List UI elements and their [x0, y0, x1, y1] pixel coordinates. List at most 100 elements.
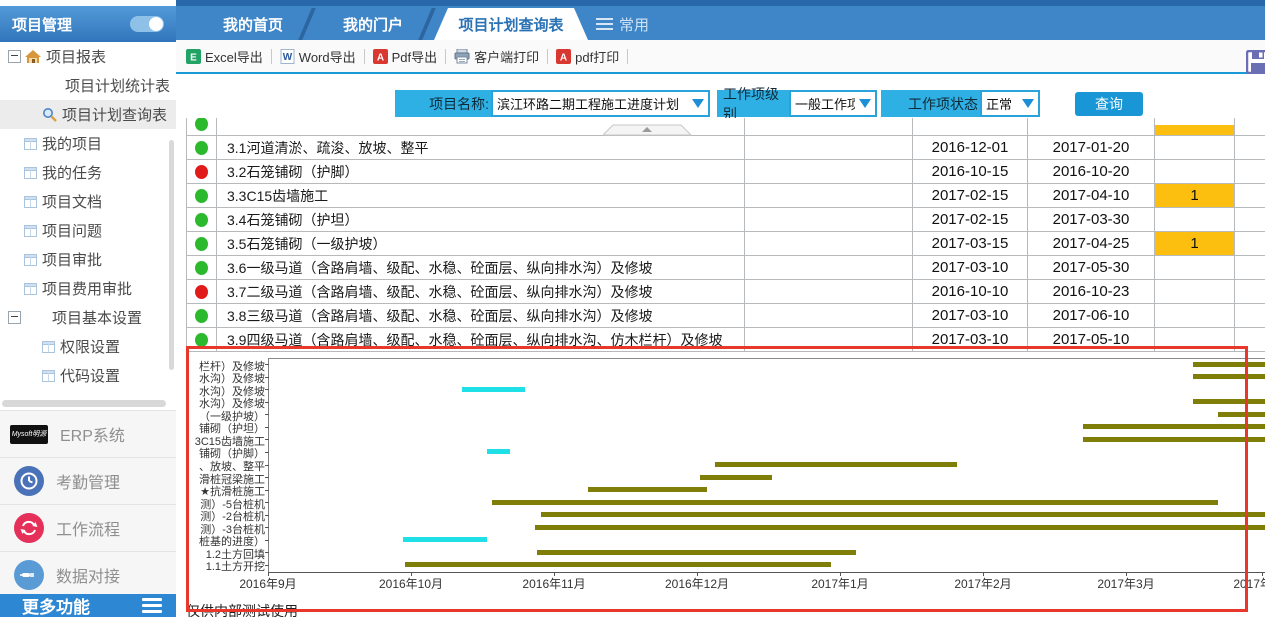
blank-cell	[745, 232, 913, 255]
table-row[interactable]: 3.4石笼铺砌（护坦）2017-02-152017-03-30	[186, 208, 1265, 232]
module-2[interactable]: 工作流程	[0, 504, 176, 551]
tab-2[interactable]: 项目计划查询表	[434, 8, 588, 40]
sidebar-item-8[interactable]: 项目费用审批	[0, 274, 176, 303]
sidebar-item-9[interactable]: 项目基本设置	[0, 303, 176, 332]
grid-icon	[24, 225, 37, 237]
qty-cell	[1155, 160, 1235, 183]
table-row[interactable]: 3.3C15齿墙施工2017-02-152017-04-101	[186, 184, 1265, 208]
item-status-dropdown[interactable]: 正常	[980, 90, 1040, 117]
toolbar-button-label: 客户端打印	[474, 47, 539, 66]
gantt-axis-tick	[265, 465, 269, 466]
sidebar-item-6[interactable]: 项目问题	[0, 216, 176, 245]
excel-icon: E	[186, 49, 201, 64]
toolbar-button-1[interactable]: WWord导出	[280, 47, 356, 66]
tab-label: 我的首页	[223, 14, 283, 35]
tab-label: 我的门户	[343, 14, 403, 35]
gantt-bar	[541, 512, 1265, 517]
table-row[interactable]: 3.9四级马道（含路肩墙、级配、水稳、砼面层、纵向排水沟、仿木栏杆）及修坡201…	[186, 328, 1265, 352]
expand-icon[interactable]	[8, 311, 21, 324]
sidebar-item-label: 我的任务	[42, 162, 102, 183]
module-0[interactable]: Mysoft明源ERP系统	[0, 410, 176, 457]
end-date-cell	[1028, 118, 1155, 135]
sidebar-item-0[interactable]: 项目报表	[0, 42, 176, 71]
grid-icon	[42, 370, 55, 382]
end-date-cell: 2017-04-25	[1028, 232, 1155, 255]
tab-0[interactable]: 我的首页	[196, 8, 310, 40]
expand-icon[interactable]	[8, 50, 21, 63]
qty-cell	[1155, 280, 1235, 303]
sidebar-item-3[interactable]: 我的项目	[0, 129, 176, 158]
gantt-axis-tick	[265, 527, 269, 528]
table-row[interactable]: 3.2石笼铺砌（护脚）2016-10-152016-10-20	[186, 160, 1265, 184]
blank-cell	[745, 328, 913, 351]
more-functions-button[interactable]: 更多功能	[0, 594, 176, 617]
status-dot-green	[195, 309, 208, 323]
end-date-cell: 2017-05-30	[1028, 256, 1155, 279]
sidebar-vscrollbar[interactable]	[169, 140, 174, 370]
gantt-axis-tick	[697, 572, 698, 576]
start-date-cell: 2017-03-10	[913, 256, 1028, 279]
sidebar-item-5[interactable]: 项目文档	[0, 187, 176, 216]
start-date-cell: 2016-10-10	[913, 280, 1028, 303]
tail-cell	[1235, 256, 1264, 279]
search-button[interactable]: 查询	[1075, 92, 1143, 116]
sidebar-item-11[interactable]: 代码设置	[0, 361, 176, 390]
module-3[interactable]: 数据对接	[0, 551, 176, 598]
grid-icon	[24, 167, 37, 179]
more-functions-label: 更多功能	[22, 593, 142, 617]
sidebar-item-10[interactable]: 权限设置	[0, 332, 176, 361]
toolbar-separator	[364, 49, 365, 64]
tail-cell	[1235, 304, 1264, 327]
toolbar-separator	[547, 49, 548, 64]
gantt-bar	[588, 487, 707, 492]
gantt-axis-tick	[265, 377, 269, 378]
grid-icon	[24, 283, 37, 295]
project-name-dropdown[interactable]: 滨江环路二期工程施工进度计划	[491, 90, 710, 117]
table-row[interactable]: 3.1河道清淤、疏浚、放坡、整平2016-12-012017-01-20	[186, 136, 1265, 160]
sidebar-item-label: 项目计划统计表	[65, 75, 170, 96]
sidebar-item-4[interactable]: 我的任务	[0, 158, 176, 187]
sidebar-item-7[interactable]: 项目审批	[0, 245, 176, 274]
tab-1[interactable]: 我的门户	[316, 8, 430, 40]
tail-cell	[1235, 328, 1264, 351]
sidebar-toggle[interactable]	[130, 16, 164, 32]
toolbar-button-4[interactable]: Apdf打印	[556, 47, 619, 66]
sidebar-item-label: 项目报表	[46, 46, 106, 67]
gantt-axis-tick	[265, 565, 269, 566]
mysoft-logo: Mysoft明源	[10, 425, 48, 444]
table-row[interactable]: 3.8三级马道（含路肩墙、级配、水稳、砼面层、纵向排水沟）及修坡2017-03-…	[186, 304, 1265, 328]
status-cell	[186, 160, 217, 183]
gantt-month-label: 2016年9月	[239, 575, 296, 592]
scroll-up-button[interactable]	[603, 124, 691, 136]
sidebar-item-label: 项目基本设置	[52, 307, 142, 328]
table-row[interactable]: 3.5石笼铺砌（一级护坡）2017-03-152017-04-251	[186, 232, 1265, 256]
tab-label: 项目计划查询表	[458, 14, 563, 35]
sidebar-item-2[interactable]: 项目计划查询表	[0, 100, 176, 129]
sidebar-item-1[interactable]: 项目计划统计表	[0, 71, 176, 100]
app-title: 项目管理	[12, 14, 130, 35]
project-name-value: 滨江环路二期工程施工进度计划	[493, 94, 688, 113]
blank-cell	[745, 160, 913, 183]
item-level-dropdown[interactable]: 一般工作项	[789, 90, 877, 117]
toolbar-button-2[interactable]: APdf导出	[373, 47, 438, 66]
start-date-cell	[913, 118, 1028, 135]
status-dot-red	[195, 165, 208, 179]
footnote: 仅供内部测试使用	[186, 601, 298, 617]
tab-3[interactable]: 常用	[596, 8, 649, 40]
task-name-cell: 3.6一级马道（含路肩墙、级配、水稳、砼面层、纵向排水沟）及修坡	[217, 256, 745, 279]
toolbar-button-0[interactable]: EExcel导出	[186, 47, 263, 66]
table-row[interactable]: 3.6一级马道（含路肩墙、级配、水稳、砼面层、纵向排水沟）及修坡 2017-03-…	[186, 256, 1265, 280]
toolbar-button-3[interactable]: 客户端打印	[454, 47, 539, 66]
save-icon[interactable]	[1246, 50, 1265, 79]
gantt-axis-tick	[1262, 572, 1263, 576]
qty-cell: 1	[1155, 232, 1235, 255]
table-row[interactable]	[186, 118, 1265, 136]
qty-cell	[1155, 328, 1235, 351]
sidebar-hscrollbar[interactable]	[2, 400, 166, 407]
status-dot-green	[195, 118, 208, 131]
gantt-bar	[403, 537, 487, 542]
table-row[interactable]: 3.7二级马道（含路肩墙、级配、水稳、砼面层、纵向排水沟）及修坡2016-10-…	[186, 280, 1265, 304]
module-1[interactable]: 考勤管理	[0, 457, 176, 504]
word-icon: W	[280, 49, 295, 64]
blank-cell	[745, 256, 913, 279]
